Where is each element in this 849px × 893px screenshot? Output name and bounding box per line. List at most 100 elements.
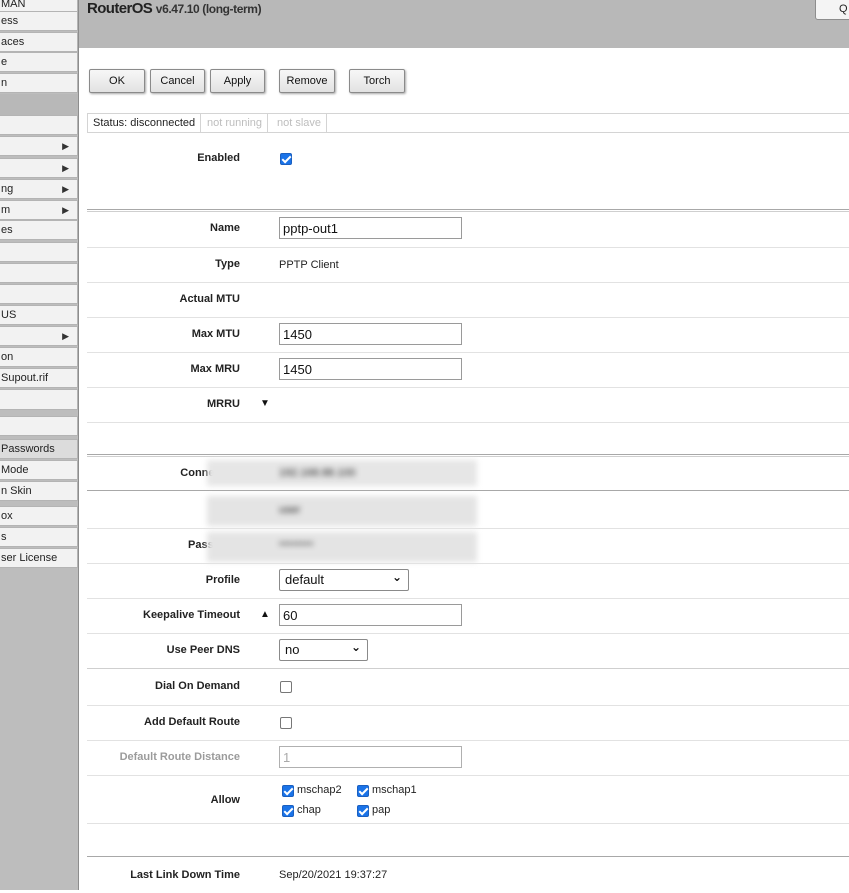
mschap2-checkbox[interactable] <box>282 785 294 797</box>
field-profile: Profile default ⌄ <box>87 563 849 598</box>
field-label: Type <box>215 258 240 270</box>
max-mru-input[interactable] <box>279 358 462 380</box>
add-default-route-checkbox[interactable] <box>280 717 292 729</box>
sidebar-item-bridge[interactable]: e <box>0 52 78 72</box>
field-use-peer-dns: Use Peer DNS no ⌄ <box>87 633 849 668</box>
chevron-down-icon: ⌄ <box>391 570 402 584</box>
sidebar-item-graphs[interactable]: s <box>0 527 78 547</box>
connect-to-value[interactable]: 192.168.88.100 <box>279 467 355 479</box>
dial-on-demand-checkbox[interactable] <box>280 681 292 693</box>
field-allow: Allow mschap2 mschap1 chap pap <box>87 775 849 823</box>
sidebar-item-hide-passwords[interactable]: Passwords <box>0 439 78 459</box>
sidebar-item-label: es <box>1 224 13 236</box>
keepalive-timeout-input[interactable] <box>279 604 462 626</box>
sidebar-item-routing[interactable]: ng ▶ <box>0 179 78 199</box>
field-label: Name <box>210 222 240 234</box>
chap-checkbox[interactable] <box>282 805 294 817</box>
chevron-down-icon: ⌄ <box>350 640 361 654</box>
use-peer-dns-selected-value: no <box>285 642 300 657</box>
chevron-right-icon: ▶ <box>62 184 69 194</box>
sidebar-item-log[interactable] <box>0 263 78 283</box>
sidebar-item-new-terminal[interactable]: on <box>0 347 78 367</box>
status-bar: Status: disconnected not running not sla… <box>87 113 849 133</box>
sidebar-item-label: Passwords <box>1 443 55 455</box>
torch-button[interactable]: Torch <box>349 69 405 93</box>
chevron-right-icon: ▶ <box>62 141 69 151</box>
remove-button[interactable]: Remove <box>279 69 335 93</box>
ok-button[interactable]: OK <box>89 69 145 93</box>
field-last-link-down-time: Last Link Down Time Sep/20/2021 19:37:27 <box>87 858 849 893</box>
field-label: Keepalive Timeout <box>143 609 240 621</box>
sidebar-item-queues[interactable]: es <box>0 220 78 240</box>
name-input[interactable] <box>279 217 462 239</box>
mschap1-checkbox[interactable] <box>357 785 369 797</box>
field-label: Use Peer DNS <box>166 644 240 656</box>
mschap2-label: mschap2 <box>297 784 342 796</box>
sidebar-item-interfaces[interactable]: aces <box>0 32 78 52</box>
field-type: Type PPTP Client <box>87 247 849 282</box>
max-mtu-input[interactable] <box>279 323 462 345</box>
sidebar-item-blank-3[interactable] <box>0 416 78 436</box>
sidebar-section-gap <box>0 94 78 115</box>
sidebar-item-blank[interactable] <box>0 115 78 135</box>
sidebar-item-label: ser License <box>1 552 58 564</box>
chevron-right-icon: ▶ <box>62 205 69 215</box>
sidebar-item-label: aces <box>1 36 25 48</box>
default-route-distance-input[interactable] <box>279 746 462 768</box>
redaction-blur <box>207 496 477 526</box>
sidebar-item-design-skin[interactable]: n Skin <box>0 481 78 501</box>
sidebar-item-safe-mode[interactable]: Mode <box>0 460 78 480</box>
sidebar-item-system[interactable]: m ▶ <box>0 200 78 220</box>
use-peer-dns-select[interactable]: no ⌄ <box>279 639 368 661</box>
chevron-right-icon: ▶ <box>62 163 69 173</box>
sidebar-item-winbox[interactable]: ox <box>0 506 78 526</box>
sidebar-item-end-user-license[interactable]: ser License <box>0 548 78 568</box>
quick-set-label: Q <box>839 3 848 15</box>
cancel-button[interactable]: Cancel <box>150 69 205 93</box>
sidebar-item-label: US <box>1 309 17 321</box>
collapse-up-icon[interactable]: ▲ <box>260 609 270 620</box>
chevron-right-icon: ▶ <box>62 331 69 341</box>
field-label: Last Link Down Time <box>130 869 240 881</box>
expand-down-icon[interactable]: ▼ <box>260 398 270 409</box>
field-mrru: MRRU ▼ <box>87 387 849 422</box>
sidebar-item-submenu-1[interactable]: ▶ <box>0 136 78 156</box>
field-label: MRRU <box>207 398 240 410</box>
apply-button[interactable]: Apply <box>210 69 265 93</box>
quick-set-button[interactable]: Q <box>815 0 849 20</box>
sidebar-item-admin[interactable]: n <box>0 73 78 93</box>
password-value[interactable]: ******** <box>279 540 313 552</box>
field-label: Max MRU <box>190 363 240 375</box>
section-divider <box>87 454 849 455</box>
redaction-blur <box>207 532 477 562</box>
status-running: not running <box>202 114 269 132</box>
chap-label: chap <box>297 804 321 816</box>
field-connect-to: Connect To 192.168.88.100 <box>87 457 849 492</box>
sidebar-item-blank-2[interactable] <box>0 389 78 410</box>
sidebar-item-label: e <box>1 56 8 68</box>
field-label: Enabled <box>197 152 240 164</box>
pap-checkbox[interactable] <box>357 805 369 817</box>
user-value[interactable]: user <box>279 504 300 516</box>
field-name: Name <box>87 212 849 247</box>
sidebar-item-make-supout[interactable]: Supout.rif <box>0 368 78 388</box>
product-title: RouterOS v6.47.10 (long-term) <box>87 0 262 17</box>
type-value: PPTP Client <box>279 259 339 271</box>
sidebar-item-files[interactable] <box>0 242 78 262</box>
sidebar-item-radius-blank[interactable] <box>0 284 78 304</box>
enabled-checkbox[interactable] <box>280 153 292 165</box>
pap-label: pap <box>372 804 391 816</box>
sidebar-item-tools[interactable]: ▶ <box>0 326 78 346</box>
sidebar-item-label: Mode <box>1 464 29 476</box>
sidebar-item-wireless[interactable]: ess <box>0 11 78 31</box>
field-actual-mtu: Actual MTU <box>87 282 849 317</box>
sidebar-item-radius[interactable]: US <box>0 305 78 325</box>
profile-select[interactable]: default ⌄ <box>279 569 409 591</box>
sidebar: MAN ess aces e n ▶ ▶ ng ▶ m ▶ es US ▶ on S… <box>0 0 79 890</box>
field-max-mru: Max MRU <box>87 352 849 387</box>
sidebar-item-submenu-2[interactable]: ▶ <box>0 158 78 178</box>
field-label: Actual MTU <box>179 293 241 305</box>
last-link-down-value: Sep/20/2021 19:37:27 <box>279 869 388 881</box>
mschap1-label: mschap1 <box>372 784 417 796</box>
field-user: User user <box>87 493 849 528</box>
